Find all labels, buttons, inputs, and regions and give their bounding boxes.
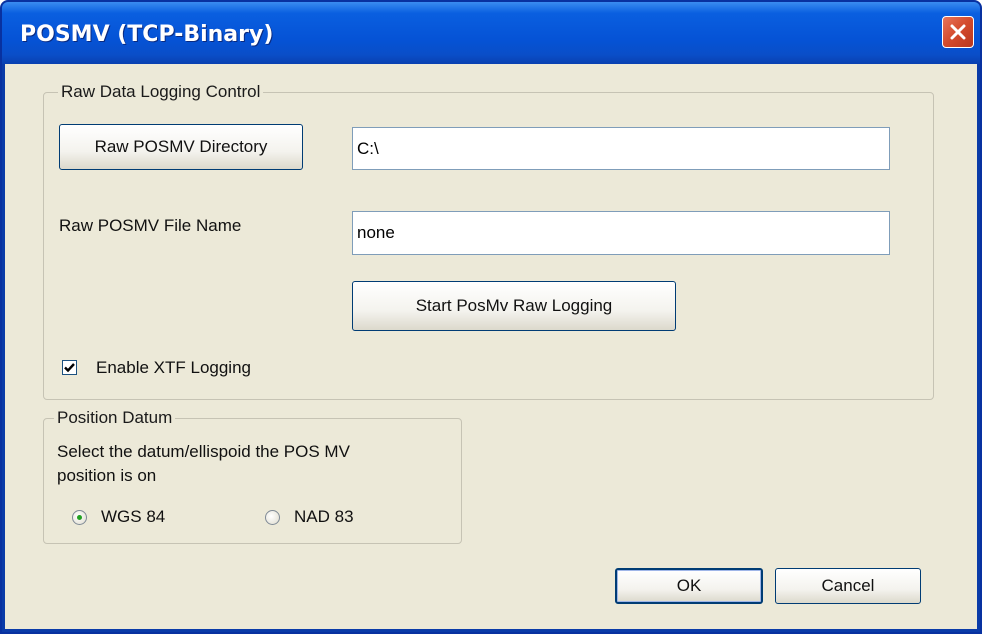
enable-xtf-label[interactable]: Enable XTF Logging	[96, 358, 251, 378]
raw-file-name-label: Raw POSMV File Name	[59, 216, 242, 235]
datum-description-line2: position is on	[57, 466, 157, 485]
radio-wgs84-label[interactable]: WGS 84	[101, 507, 165, 527]
position-datum-group-label: Position Datum	[54, 408, 176, 428]
raw-file-name-field[interactable]	[352, 211, 890, 255]
ok-button[interactable]: OK	[615, 568, 763, 604]
close-button[interactable]	[942, 16, 974, 48]
raw-logging-group-label: Raw Data Logging Control	[58, 82, 264, 102]
datum-description-line1: Select the datum/ellispoid the POS MV	[57, 442, 350, 461]
title-bar[interactable]: POSMV (TCP-Binary)	[2, 2, 980, 64]
window-title: POSMV (TCP-Binary)	[20, 22, 274, 47]
dialog-window: POSMV (TCP-Binary) Raw Data Logging Cont…	[0, 0, 982, 634]
dialog-client-area: Raw Data Logging Control Raw POSMV Direc…	[5, 64, 977, 629]
raw-directory-field[interactable]	[352, 127, 890, 170]
cancel-button[interactable]: Cancel	[775, 568, 921, 604]
radio-nad83[interactable]	[265, 510, 280, 525]
start-raw-logging-button[interactable]: Start PosMv Raw Logging	[352, 281, 676, 331]
checkmark-icon	[64, 363, 75, 373]
enable-xtf-checkbox[interactable]	[62, 360, 77, 375]
raw-directory-button[interactable]: Raw POSMV Directory	[59, 124, 303, 170]
radio-nad83-label[interactable]: NAD 83	[294, 507, 354, 527]
radio-selected-dot	[77, 515, 82, 520]
close-icon	[950, 24, 966, 40]
radio-wgs84[interactable]	[72, 510, 87, 525]
